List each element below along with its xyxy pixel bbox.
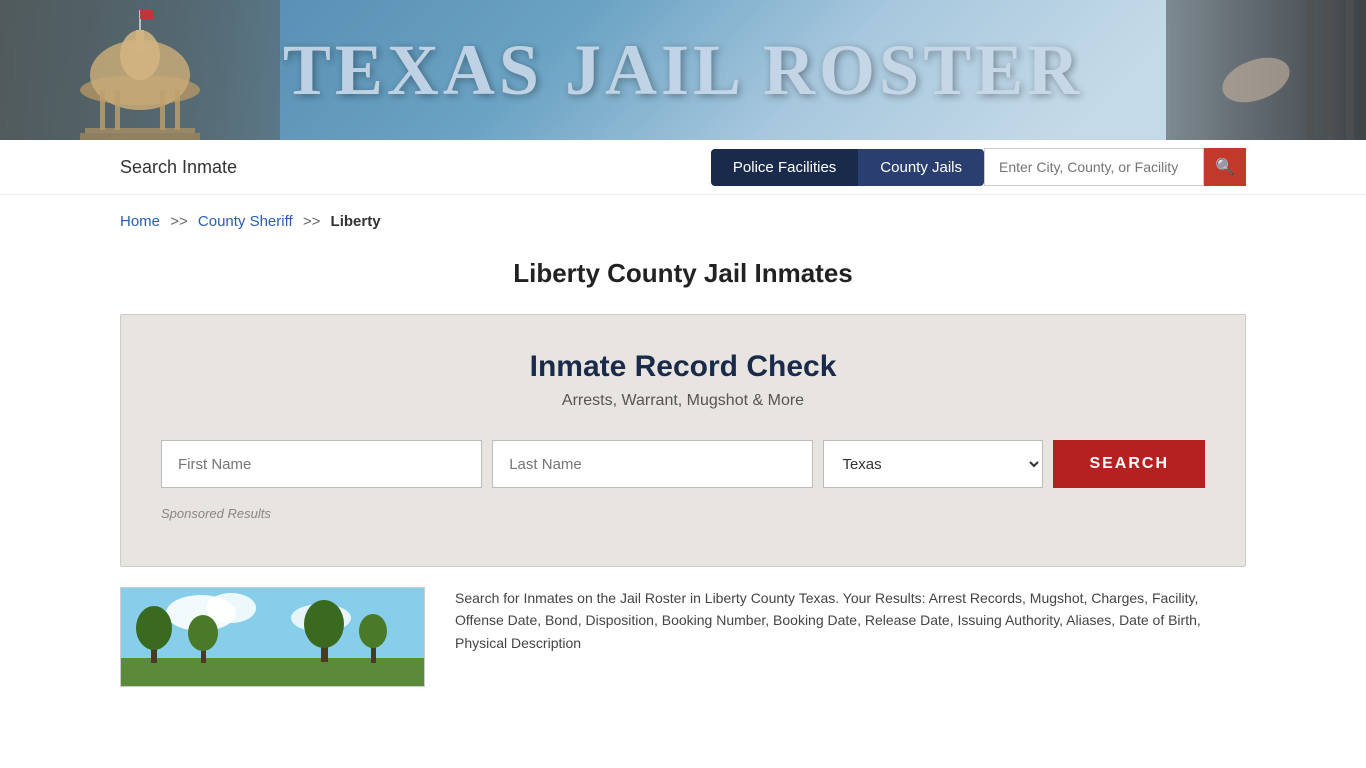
- breadcrumb-current: Liberty: [331, 213, 381, 230]
- nav-search-input[interactable]: [984, 148, 1204, 186]
- jail-keys-icon: [1166, 0, 1366, 140]
- county-jails-button[interactable]: County Jails: [858, 149, 984, 186]
- record-check-subtitle: Arrests, Warrant, Mugshot & More: [161, 392, 1205, 410]
- state-select[interactable]: AlabamaAlaskaArizonaArkansasCaliforniaCo…: [823, 440, 1043, 488]
- bottom-section: Search for Inmates on the Jail Roster in…: [120, 587, 1246, 687]
- banner-left-overlay: [0, 0, 280, 140]
- nav-search-button[interactable]: 🔍: [1204, 148, 1246, 186]
- breadcrumb-sep-1: >>: [170, 213, 188, 230]
- breadcrumb-county-sheriff-link[interactable]: County Sheriff: [198, 213, 293, 230]
- nav-bar: Search Inmate Police Facilities County J…: [0, 140, 1366, 195]
- search-inmate-label: Search Inmate: [120, 157, 237, 178]
- first-name-input[interactable]: [161, 440, 482, 488]
- last-name-input[interactable]: [492, 440, 813, 488]
- search-form-row: AlabamaAlaskaArizonaArkansasCaliforniaCo…: [161, 440, 1205, 488]
- breadcrumb: Home >> County Sheriff >> Liberty: [0, 195, 1366, 240]
- nav-right: Police Facilities County Jails 🔍: [711, 148, 1246, 186]
- capitol-dome-icon: [0, 0, 280, 140]
- breadcrumb-home-link[interactable]: Home: [120, 213, 160, 230]
- liberty-county-image: [121, 588, 425, 687]
- search-icon: 🔍: [1215, 157, 1235, 177]
- police-facilities-button[interactable]: Police Facilities: [711, 149, 858, 186]
- bottom-description: Search for Inmates on the Jail Roster in…: [455, 587, 1246, 654]
- search-button[interactable]: SEARCH: [1053, 440, 1205, 488]
- sponsored-results-label: Sponsored Results: [161, 506, 1205, 521]
- record-check-title: Inmate Record Check: [161, 350, 1205, 384]
- record-check-box: Inmate Record Check Arrests, Warrant, Mu…: [120, 314, 1246, 567]
- page-title: Liberty County Jail Inmates: [0, 240, 1366, 299]
- header-banner: Texas Jail Roster: [0, 0, 1366, 140]
- banner-title: Texas Jail Roster: [283, 29, 1083, 112]
- breadcrumb-sep-2: >>: [303, 213, 321, 230]
- banner-right-overlay: [1166, 0, 1366, 140]
- bottom-image: [120, 587, 425, 687]
